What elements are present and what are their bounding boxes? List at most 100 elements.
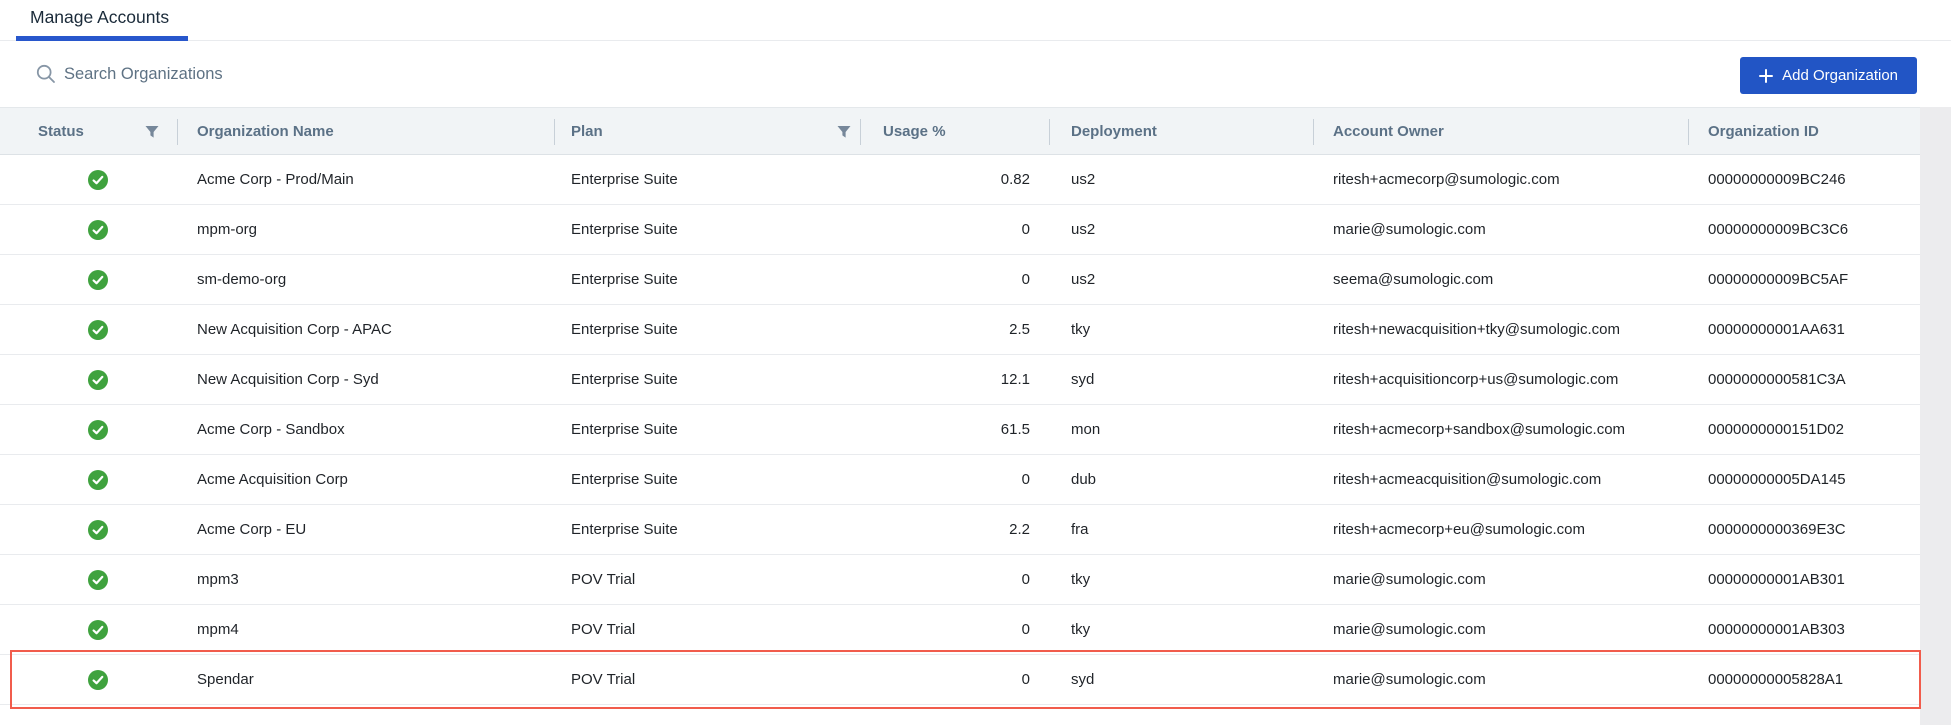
table-row[interactable]: Acme Corp - Prod/Main Enterprise Suite 0… bbox=[0, 155, 1920, 205]
column-header-organization-id[interactable]: Organization ID bbox=[1708, 108, 1819, 154]
column-header-account-owner[interactable]: Account Owner bbox=[1333, 108, 1444, 154]
org-name-cell: mpm3 bbox=[197, 555, 547, 604]
org-name-cell: Acme Corp - Prod/Main bbox=[197, 155, 547, 204]
org-id-cell: 00000000005828A1 bbox=[1708, 655, 1918, 704]
owner-cell: ritesh+acmecorp@sumologic.com bbox=[1333, 155, 1683, 204]
table-row[interactable]: Spendar POV Trial 0 syd marie@sumologic.… bbox=[0, 655, 1920, 705]
org-name-cell: sm-demo-org bbox=[197, 255, 547, 304]
status-active-icon bbox=[88, 170, 108, 190]
plan-cell: Enterprise Suite bbox=[571, 505, 851, 554]
usage-cell: 2.5 bbox=[883, 305, 1030, 354]
scrollbar-gutter[interactable] bbox=[1920, 107, 1951, 725]
column-divider bbox=[1688, 119, 1689, 145]
status-active-icon bbox=[88, 370, 108, 390]
status-cell bbox=[88, 355, 112, 404]
usage-cell: 0 bbox=[883, 605, 1030, 654]
plan-filter-icon[interactable] bbox=[836, 124, 852, 140]
org-id-cell: 0000000000369E3C bbox=[1708, 505, 1918, 554]
table-row[interactable]: mpm3 POV Trial 0 tky marie@sumologic.com… bbox=[0, 555, 1920, 605]
search-box[interactable] bbox=[36, 56, 624, 92]
tab-bar: Manage Accounts bbox=[0, 0, 1951, 41]
table-row[interactable]: Acme Corp - Sandbox Enterprise Suite 61.… bbox=[0, 405, 1920, 455]
status-cell bbox=[88, 405, 112, 454]
usage-cell: 0 bbox=[883, 455, 1030, 504]
column-header-deployment[interactable]: Deployment bbox=[1071, 108, 1157, 154]
table-row[interactable]: mpm-org Enterprise Suite 0 us2 marie@sum… bbox=[0, 205, 1920, 255]
status-cell bbox=[88, 205, 112, 254]
status-cell bbox=[88, 155, 112, 204]
usage-cell: 0 bbox=[883, 655, 1030, 704]
deployment-cell: us2 bbox=[1071, 255, 1301, 304]
status-active-icon bbox=[88, 470, 108, 490]
status-cell bbox=[88, 505, 112, 554]
add-organization-button[interactable]: Add Organization bbox=[1740, 57, 1917, 94]
deployment-cell: dub bbox=[1071, 455, 1301, 504]
org-id-cell: 0000000000581C3A bbox=[1708, 355, 1918, 404]
plan-cell: Enterprise Suite bbox=[571, 405, 851, 454]
table-row[interactable]: Acme Corp - EU Enterprise Suite 2.2 fra … bbox=[0, 505, 1920, 555]
org-name-cell: mpm-org bbox=[197, 205, 547, 254]
tab-manage-accounts[interactable]: Manage Accounts bbox=[30, 7, 169, 28]
deployment-cell: syd bbox=[1071, 655, 1301, 704]
usage-cell: 0.82 bbox=[883, 155, 1030, 204]
owner-cell: ritesh+acmeacquisition@sumologic.com bbox=[1333, 455, 1683, 504]
column-header-organization-name[interactable]: Organization Name bbox=[197, 108, 334, 154]
table-body: Acme Corp - Prod/Main Enterprise Suite 0… bbox=[0, 155, 1920, 705]
owner-cell: seema@sumologic.com bbox=[1333, 255, 1683, 304]
table-row[interactable]: New Acquisition Corp - APAC Enterprise S… bbox=[0, 305, 1920, 355]
table-row[interactable]: Acme Acquisition Corp Enterprise Suite 0… bbox=[0, 455, 1920, 505]
org-name-cell: Acme Acquisition Corp bbox=[197, 455, 547, 504]
column-divider bbox=[1049, 119, 1050, 145]
org-id-cell: 00000000009BC5AF bbox=[1708, 255, 1918, 304]
status-cell bbox=[88, 655, 112, 704]
status-active-icon bbox=[88, 220, 108, 240]
status-active-icon bbox=[88, 270, 108, 290]
table-row[interactable]: sm-demo-org Enterprise Suite 0 us2 seema… bbox=[0, 255, 1920, 305]
status-cell bbox=[88, 555, 112, 604]
org-name-cell: mpm4 bbox=[197, 605, 547, 654]
plus-icon bbox=[1759, 69, 1773, 83]
column-header-plan[interactable]: Plan bbox=[571, 108, 603, 154]
table-header: Status Organization Name Plan Usage % De… bbox=[0, 107, 1920, 155]
usage-cell: 0 bbox=[883, 555, 1030, 604]
org-id-cell: 00000000009BC246 bbox=[1708, 155, 1918, 204]
plan-cell: POV Trial bbox=[571, 555, 851, 604]
owner-cell: ritesh+acmecorp+eu@sumologic.com bbox=[1333, 505, 1683, 554]
org-id-cell: 0000000000151D02 bbox=[1708, 405, 1918, 454]
owner-cell: ritesh+acquisitioncorp+us@sumologic.com bbox=[1333, 355, 1683, 404]
org-id-cell: 00000000005DA145 bbox=[1708, 455, 1918, 504]
status-active-icon bbox=[88, 420, 108, 440]
search-input[interactable] bbox=[64, 65, 624, 84]
table-row[interactable]: mpm4 POV Trial 0 tky marie@sumologic.com… bbox=[0, 605, 1920, 655]
plan-cell: Enterprise Suite bbox=[571, 355, 851, 404]
status-active-icon bbox=[88, 520, 108, 540]
status-filter-icon[interactable] bbox=[144, 124, 160, 140]
org-name-cell: Spendar bbox=[197, 655, 547, 704]
org-id-cell: 00000000001AA631 bbox=[1708, 305, 1918, 354]
column-divider bbox=[1313, 119, 1314, 145]
org-id-cell: 00000000001AB303 bbox=[1708, 605, 1918, 654]
plan-cell: Enterprise Suite bbox=[571, 205, 851, 254]
usage-cell: 12.1 bbox=[883, 355, 1030, 404]
usage-cell: 2.2 bbox=[883, 505, 1030, 554]
status-active-icon bbox=[88, 570, 108, 590]
table-row[interactable]: New Acquisition Corp - Syd Enterprise Su… bbox=[0, 355, 1920, 405]
column-header-usage[interactable]: Usage % bbox=[883, 108, 946, 154]
org-name-cell: Acme Corp - Sandbox bbox=[197, 405, 547, 454]
owner-cell: marie@sumologic.com bbox=[1333, 605, 1683, 654]
plan-cell: Enterprise Suite bbox=[571, 155, 851, 204]
status-cell bbox=[88, 305, 112, 354]
plan-cell: POV Trial bbox=[571, 655, 851, 704]
column-divider bbox=[860, 119, 861, 145]
deployment-cell: us2 bbox=[1071, 205, 1301, 254]
plan-cell: POV Trial bbox=[571, 605, 851, 654]
usage-cell: 0 bbox=[883, 255, 1030, 304]
column-header-status[interactable]: Status bbox=[38, 108, 84, 154]
owner-cell: marie@sumologic.com bbox=[1333, 205, 1683, 254]
manage-accounts-page: Manage Accounts Add Organization Status … bbox=[0, 0, 1951, 725]
deployment-cell: tky bbox=[1071, 305, 1301, 354]
add-organization-label: Add Organization bbox=[1782, 67, 1898, 84]
status-cell bbox=[88, 605, 112, 654]
org-name-cell: New Acquisition Corp - Syd bbox=[197, 355, 547, 404]
owner-cell: marie@sumologic.com bbox=[1333, 655, 1683, 704]
